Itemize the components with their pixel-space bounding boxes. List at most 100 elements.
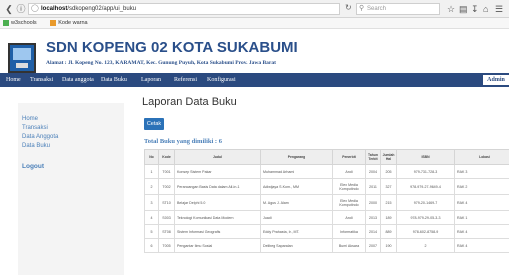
table-cell: RAK 2 <box>455 179 509 195</box>
table-cell: T001 <box>159 165 175 179</box>
table-row: 5 ST08 Sistem Informasi Geografis Eddy P… <box>145 225 509 239</box>
table-cell: 2007 <box>366 239 381 253</box>
table-cell: Konsep Sistem Pakar <box>175 165 261 179</box>
table-cell: Eddy Prahasta, Ir., MT. <box>261 225 333 239</box>
column-header: Jumlah Hal <box>381 150 397 165</box>
table-cell: 979-731-728-3 <box>397 165 455 179</box>
star-icon[interactable]: ☆ <box>447 3 455 15</box>
table-cell: RAK 4 <box>455 239 509 253</box>
table-row: 6 T005 Pengantar Ilmu Sosial Delibeg Sap… <box>145 239 509 253</box>
table-cell: ST10 <box>159 195 175 211</box>
table-cell: Delibeg Saparalan <box>261 239 333 253</box>
table-cell: 978-979-27-9649-4 <box>397 179 455 195</box>
table-cell: 205 <box>381 165 397 179</box>
table-cell: Belajar Delphi 5.0 <box>175 195 261 211</box>
school-address: Alamat : Jl. Kopeng No. 123, KARAMAT, Ke… <box>46 60 276 66</box>
clipboard-icon[interactable]: ▤ <box>459 3 468 15</box>
table-cell: Perancangan Basis Data dalam All-in-1 <box>175 179 261 195</box>
user-menu[interactable]: Admin <box>483 75 509 85</box>
bookmark-w3schools[interactable]: w3schools <box>3 20 43 26</box>
sidebar-panel: Home Transaksi Data Anggota Data Buku Lo… <box>18 103 124 275</box>
column-header: Penerbit <box>333 150 366 165</box>
nav-home[interactable]: Home <box>6 73 21 87</box>
home-icon[interactable]: ⌂ <box>483 3 488 15</box>
sidebar-item-logout[interactable]: Logout <box>22 163 44 170</box>
computer-logo-icon <box>8 43 36 73</box>
bookmark-label: Kode warna <box>58 20 87 26</box>
school-name: SDN KOPENG 02 KOTA SUKABUMI <box>46 39 298 56</box>
column-header: Pengarang <box>261 150 333 165</box>
table-header-row: No Kode Judul Pengarang Penerbit Tahun T… <box>145 150 509 165</box>
sidebar-item-home[interactable]: Home <box>22 116 38 122</box>
w3schools-icon <box>3 20 9 26</box>
table-cell: 2011 <box>366 179 381 195</box>
table-row: 2 T002 Perancangan Basis Data dalam All-… <box>145 179 509 195</box>
table-cell: 4 <box>145 211 159 225</box>
download-icon[interactable]: ↧ <box>471 3 479 15</box>
search-input[interactable]: ⚲ Search <box>356 3 440 15</box>
table-cell: 889 <box>381 225 397 239</box>
bookmark-icon <box>50 20 56 26</box>
sidebar-item-data-anggota[interactable]: Data Anggota <box>22 134 58 140</box>
table-cell: Sistem Informasi Geografis <box>175 225 261 239</box>
main-content: Laporan Data Buku Cetak Total Buku yang … <box>130 87 509 271</box>
table-cell: 2014 <box>366 225 381 239</box>
table-cell: 6 <box>145 239 159 253</box>
table-cell: RAK 4 <box>455 225 509 239</box>
browser-toolbar: ❮ ⓘ ◯ localhost/sdkopeng02/app/ui_buku ↻… <box>0 0 509 18</box>
table-cell: 978-602-8758-9 <box>397 225 455 239</box>
sidebar-item-transaksi[interactable]: Transaksi <box>22 125 48 131</box>
table-cell: 1 <box>145 165 159 179</box>
table-cell: Elex Media Komputindo <box>333 195 366 211</box>
books-table: No Kode Judul Pengarang Penerbit Tahun T… <box>144 149 509 253</box>
total-books-text: Total Buku yang dimiliki : 6 <box>144 138 222 145</box>
table-cell: RAK 4 <box>455 195 509 211</box>
table-cell: Muhammad Arhami <box>261 165 333 179</box>
table-cell: Andi <box>333 165 366 179</box>
table-cell: Juadi <box>261 211 333 225</box>
nav-data-anggota[interactable]: Data anggota <box>62 73 94 87</box>
column-header: Lokasi <box>455 150 509 165</box>
table-cell: 215 <box>381 195 397 211</box>
address-bar[interactable]: ◯ localhost/sdkopeng02/app/ui_buku <box>28 3 340 15</box>
table-cell: 3 <box>145 195 159 211</box>
table-cell: Elex Media Komputindo <box>333 179 366 195</box>
search-placeholder: Search <box>367 6 386 12</box>
table-cell: 978-979-29-05-3-3 <box>397 211 455 225</box>
column-header: Kode <box>159 150 175 165</box>
table-cell: ST08 <box>159 225 175 239</box>
url-path: /sdkopeng02/app/ui_buku <box>67 6 136 12</box>
table-cell: S003 <box>159 211 175 225</box>
table-cell: Informatika <box>333 225 366 239</box>
table-cell: 190 <box>381 239 397 253</box>
nav-transaksi[interactable]: Transaksi <box>30 73 53 87</box>
site-info-icon[interactable]: ⓘ <box>14 2 28 16</box>
bookmark-kode-warna[interactable]: Kode warna <box>50 20 93 26</box>
column-header: Judul <box>175 150 261 165</box>
table-cell: 979-20-1469-7 <box>397 195 455 211</box>
nav-referensi[interactable]: Referensi <box>174 73 197 87</box>
nav-laporan[interactable]: Laporan <box>141 73 161 87</box>
column-header: Tahun Terbit <box>366 150 381 165</box>
nav-data-buku[interactable]: Data Buku <box>101 73 127 87</box>
nav-konfigurasi[interactable]: Konfigurasi <box>207 73 236 87</box>
menu-icon[interactable]: ☰ <box>495 3 503 15</box>
table-row: 1 T001 Konsep Sistem Pakar Muhammad Arha… <box>145 165 509 179</box>
url-host: localhost <box>41 6 67 12</box>
print-button[interactable]: Cetak <box>144 118 164 130</box>
bookmark-label: w3schools <box>11 20 37 26</box>
table-cell: Adiwijaya S.Kom., MM <box>261 179 333 195</box>
table-cell: Bumi Aksara <box>333 239 366 253</box>
table-cell: RAK 3 <box>455 165 509 179</box>
table-cell: 2004 <box>366 165 381 179</box>
table-row: 4 S003 Teknologi Komunikasi Data Modern … <box>145 211 509 225</box>
page-icon: ◯ <box>31 4 39 14</box>
table-cell: 327 <box>381 179 397 195</box>
table-cell: T002 <box>159 179 175 195</box>
page-title: Laporan Data Buku <box>142 96 237 108</box>
reload-icon[interactable]: ↻ <box>345 3 352 12</box>
table-cell: 2 <box>145 179 159 195</box>
sidebar-item-data-buku[interactable]: Data Buku <box>22 143 50 149</box>
table-row: 3 ST10 Belajar Delphi 5.0 M. Agus J. Ala… <box>145 195 509 211</box>
table-cell: 2000 <box>366 195 381 211</box>
